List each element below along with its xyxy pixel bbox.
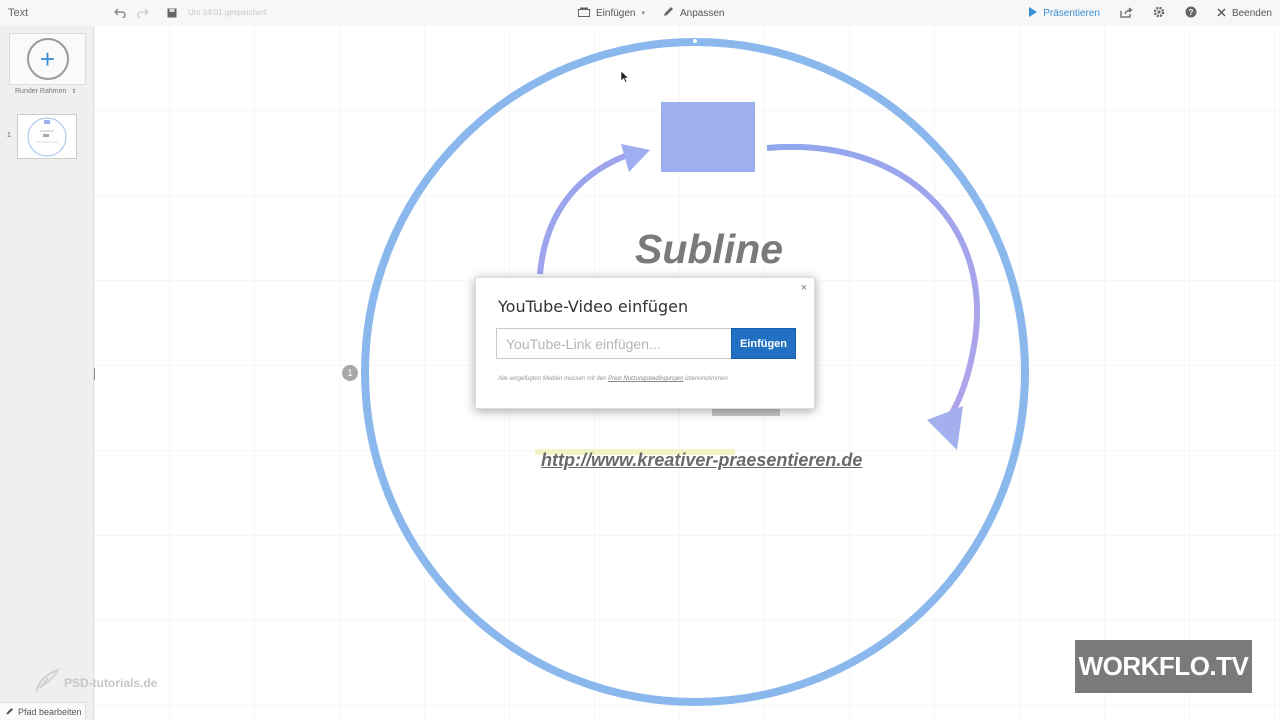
slide-number: 1 — [7, 132, 11, 139]
terms-notice: Alle eingefügten Medien müssen mit den P… — [498, 376, 728, 382]
insert-menu-button[interactable]: Einfügen ▾ — [578, 7, 645, 20]
close-icon — [1217, 8, 1226, 20]
subline-text[interactable]: Subline — [635, 226, 783, 273]
svg-text:?: ? — [1189, 8, 1194, 17]
terms-suffix: übereinstimmen — [685, 376, 728, 382]
save-icon[interactable] — [165, 6, 179, 20]
workflo-brand-badge: WORKFLO.TV — [1075, 640, 1252, 693]
undo-icon[interactable] — [113, 6, 127, 20]
insert-icon — [578, 7, 590, 20]
top-toolbar: Text Um 14:01 gespeichert Einfügen ▾ Anp… — [0, 0, 1280, 26]
customize-label: Anpassen — [680, 7, 725, 19]
help-icon[interactable]: ? — [1185, 6, 1197, 21]
gear-icon[interactable] — [1153, 6, 1165, 21]
slide-sidebar: + Runder Rahmen ⇕ 1 Pfad bearbeiten — [0, 26, 94, 720]
psd-tutorials-watermark: PSD-tutorials.de — [34, 668, 157, 697]
insert-label: Einfügen — [596, 7, 636, 19]
present-label: Präsentieren — [1043, 8, 1100, 19]
mouse-cursor-icon — [621, 71, 629, 83]
edit-path-label: Pfad bearbeiten — [18, 706, 82, 717]
updown-icon: ⇕ — [71, 89, 77, 95]
quit-label: Beenden — [1231, 8, 1272, 19]
dialog-title: YouTube-Video einfügen — [498, 297, 689, 316]
feather-logo-icon — [34, 668, 62, 697]
path-step-marker[interactable]: 1 — [342, 365, 358, 381]
frame-type-label: Runder Rahmen — [15, 88, 67, 95]
youtube-insert-dialog: × YouTube-Video einfügen Einfügen Alle e… — [475, 277, 815, 409]
image-placeholder — [712, 408, 780, 416]
terms-prefix: Alle eingefügten Medien müssen mit den — [498, 376, 607, 382]
plus-icon: + — [26, 38, 69, 80]
document-title: Text — [8, 7, 29, 19]
insert-video-button[interactable]: Einfügen — [731, 328, 796, 359]
blue-rectangle[interactable] — [661, 102, 755, 172]
add-frame-button[interactable]: + — [9, 33, 86, 85]
customize-button[interactable]: Anpassen — [663, 6, 724, 20]
play-icon — [1029, 7, 1038, 20]
frame-type-select[interactable]: Runder Rahmen ⇕ — [15, 88, 76, 95]
youtube-link-input[interactable] — [496, 328, 732, 359]
edit-path-button[interactable]: Pfad bearbeiten — [0, 702, 86, 720]
slide-thumbnail[interactable] — [17, 114, 77, 159]
frame-top-handle[interactable] — [693, 39, 697, 43]
dialog-close-icon[interactable]: × — [801, 282, 807, 294]
redo-icon[interactable] — [136, 6, 150, 20]
pen-icon — [663, 6, 674, 20]
save-status: Um 14:01 gespeichert — [188, 8, 267, 17]
website-link-text[interactable]: http://www.kreativer-praesentieren.de — [541, 450, 862, 471]
quit-button[interactable]: Beenden — [1217, 8, 1272, 20]
present-button[interactable]: Präsentieren — [1029, 7, 1100, 20]
share-icon[interactable] — [1120, 6, 1133, 21]
chevron-down-icon: ▾ — [641, 10, 645, 17]
terms-link[interactable]: Prezi Nutzungsbedingungen — [608, 376, 683, 382]
pencil-icon — [6, 707, 14, 717]
psd-watermark-text: PSD-tutorials.de — [64, 675, 158, 690]
